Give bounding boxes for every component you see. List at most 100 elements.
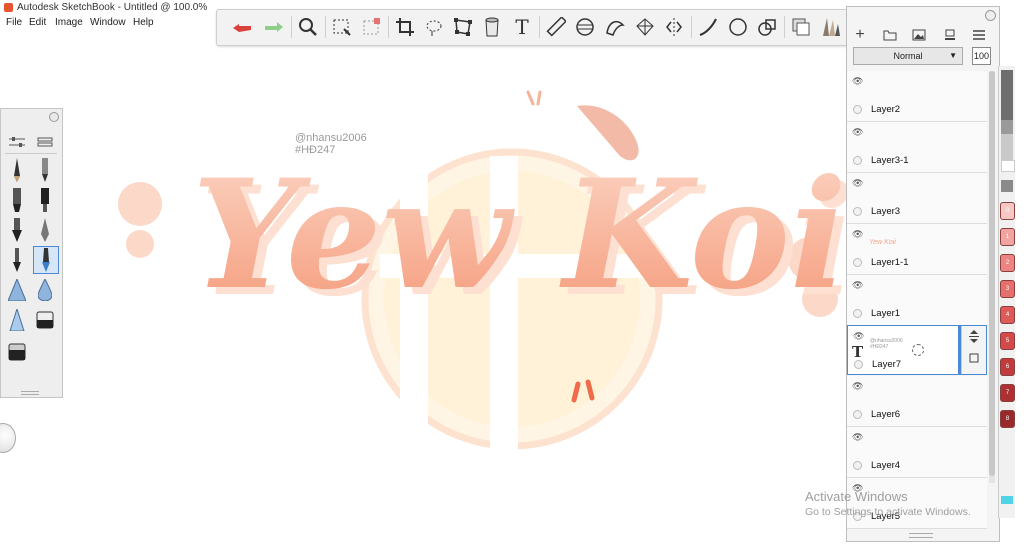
add-layer-icon[interactable]: + bbox=[850, 26, 870, 43]
menu-edit[interactable]: Edit bbox=[29, 17, 46, 28]
hard-eraser-icon[interactable] bbox=[5, 339, 29, 365]
opacity-field[interactable]: 100 bbox=[972, 47, 991, 65]
gray-swatch[interactable] bbox=[1001, 134, 1013, 160]
separator bbox=[784, 16, 785, 38]
folder-icon[interactable] bbox=[880, 27, 900, 43]
color-swatch[interactable]: 0 bbox=[1000, 202, 1015, 220]
layer-row[interactable]: 👁 Layer1 bbox=[847, 275, 987, 326]
layer-row-selected[interactable]: 👁 T @nhansu2006 #HĐ247 Layer7 bbox=[847, 325, 987, 375]
ruler-icon[interactable] bbox=[543, 14, 569, 40]
copy-layers-icon[interactable] bbox=[788, 14, 814, 40]
zoom-icon[interactable] bbox=[295, 14, 321, 40]
canvas[interactable]: Yew Koii Yew Koii @nhansu2006 #HĐ247 bbox=[0, 44, 846, 545]
lock-toggle[interactable] bbox=[854, 360, 863, 369]
lock-toggle[interactable] bbox=[853, 461, 862, 470]
close-icon[interactable] bbox=[49, 112, 59, 122]
image-layer-icon[interactable] bbox=[909, 27, 929, 43]
layer-row[interactable]: 👁 Layer3 bbox=[847, 173, 987, 224]
layer-stack-icon[interactable] bbox=[940, 27, 960, 43]
scrollbar-thumb[interactable] bbox=[989, 71, 995, 476]
color-swatch[interactable]: 6 bbox=[1000, 358, 1015, 376]
eye-icon[interactable]: 👁 bbox=[852, 229, 863, 240]
eye-icon[interactable]: 👁 bbox=[852, 381, 863, 392]
layer-reorder-icon[interactable] bbox=[962, 326, 986, 374]
resize-grip[interactable] bbox=[909, 533, 933, 538]
smudge-icon[interactable] bbox=[5, 307, 29, 333]
undo-icon[interactable] bbox=[229, 14, 255, 40]
eye-icon[interactable]: 👁 bbox=[852, 432, 863, 443]
layer-name: Layer3-1 bbox=[871, 155, 909, 166]
gray-swatch[interactable] bbox=[1001, 180, 1013, 192]
accent-swatch[interactable] bbox=[1001, 496, 1013, 504]
redo-icon[interactable] bbox=[261, 14, 287, 40]
brush-properties-icon[interactable] bbox=[5, 129, 29, 155]
gray-swatch[interactable] bbox=[1001, 70, 1013, 120]
fill-icon[interactable] bbox=[479, 14, 505, 40]
brush-icon[interactable] bbox=[5, 247, 29, 273]
eye-icon[interactable]: 👁 bbox=[852, 178, 863, 189]
layer-row[interactable]: 👁 Layer3-1 bbox=[847, 122, 987, 173]
rect-select-icon[interactable] bbox=[329, 14, 355, 40]
layers-scrollbar[interactable] bbox=[989, 71, 995, 483]
activate-windows-subtitle: Go to Settings to activate Windows. bbox=[805, 506, 971, 518]
lock-toggle[interactable] bbox=[853, 309, 862, 318]
felt-pen-icon[interactable] bbox=[33, 187, 57, 213]
color-swatch[interactable]: 2 bbox=[1000, 254, 1015, 272]
layer-menu-icon[interactable] bbox=[969, 27, 989, 43]
eye-icon[interactable]: 👁 bbox=[852, 127, 863, 138]
color-swatch[interactable]: 7 bbox=[1000, 384, 1015, 402]
layer-row[interactable]: 👁 Yew Koii Layer1-1 bbox=[847, 224, 987, 275]
circle-icon[interactable] bbox=[725, 14, 751, 40]
symmetry-icon[interactable] bbox=[661, 14, 687, 40]
brush-sets-icon[interactable] bbox=[33, 129, 57, 155]
gray-swatch[interactable] bbox=[1001, 160, 1015, 172]
menu-window[interactable]: Window bbox=[90, 17, 126, 28]
text-layer-icon: T bbox=[852, 343, 864, 361]
pencil-brush-icon[interactable] bbox=[5, 157, 29, 183]
layer-row[interactable]: 👁 Layer6 bbox=[847, 376, 987, 427]
water-drop-icon[interactable] bbox=[33, 277, 57, 303]
marker-icon[interactable] bbox=[5, 187, 29, 213]
menu-image[interactable]: Image bbox=[55, 17, 83, 28]
transform-icon[interactable] bbox=[450, 14, 476, 40]
ink-pen-icon[interactable] bbox=[33, 217, 57, 243]
brush-library-icon[interactable] bbox=[817, 14, 843, 40]
text-icon[interactable]: T bbox=[509, 14, 535, 40]
airbrush-icon[interactable] bbox=[5, 277, 29, 303]
lock-toggle[interactable] bbox=[853, 410, 862, 419]
gray-swatch[interactable] bbox=[1001, 120, 1013, 134]
crop-icon[interactable] bbox=[392, 14, 418, 40]
lasso-icon[interactable] bbox=[421, 14, 447, 40]
layer-row[interactable]: 👁 Layer2 bbox=[847, 71, 987, 122]
perspective-icon[interactable] bbox=[632, 14, 658, 40]
shape-icon[interactable] bbox=[754, 14, 780, 40]
blend-mode-select[interactable]: Normal ▼ bbox=[853, 47, 963, 65]
color-swatch[interactable]: 8 bbox=[1000, 410, 1015, 428]
color-swatch[interactable]: 1 bbox=[1000, 228, 1015, 246]
paintbrush-icon[interactable] bbox=[33, 246, 59, 274]
stroke-icon[interactable] bbox=[695, 14, 721, 40]
menu-help[interactable]: Help bbox=[133, 17, 154, 28]
resize-grip[interactable] bbox=[21, 391, 39, 395]
french-curve-icon[interactable] bbox=[602, 14, 628, 40]
select-all-icon[interactable] bbox=[358, 14, 384, 40]
eye-icon[interactable]: 👁 bbox=[852, 280, 863, 291]
lock-toggle[interactable] bbox=[853, 156, 862, 165]
eye-icon[interactable]: 👁 bbox=[852, 76, 863, 87]
eye-icon[interactable]: 👁 bbox=[853, 331, 864, 342]
lock-toggle[interactable] bbox=[853, 258, 862, 267]
layer-row[interactable]: 👁 Layer4 bbox=[847, 427, 987, 478]
color-swatch[interactable]: 5 bbox=[1000, 332, 1015, 350]
ellipse-guide-icon[interactable] bbox=[572, 14, 598, 40]
lock-toggle[interactable] bbox=[853, 207, 862, 216]
ballpoint-pen-icon[interactable] bbox=[33, 157, 57, 183]
layers-panel: + Normal ▼ 100 👁 Layer2 👁 Layer3-1 👁 Lay… bbox=[846, 6, 1000, 542]
color-swatch[interactable]: 4 bbox=[1000, 306, 1015, 324]
separator bbox=[691, 16, 692, 38]
close-icon[interactable] bbox=[985, 10, 996, 21]
eraser-icon[interactable] bbox=[33, 307, 57, 333]
color-swatch[interactable]: 3 bbox=[1000, 280, 1015, 298]
fountain-pen-icon[interactable] bbox=[5, 217, 29, 243]
menu-file[interactable]: File bbox=[6, 17, 22, 28]
lock-toggle[interactable] bbox=[853, 105, 862, 114]
